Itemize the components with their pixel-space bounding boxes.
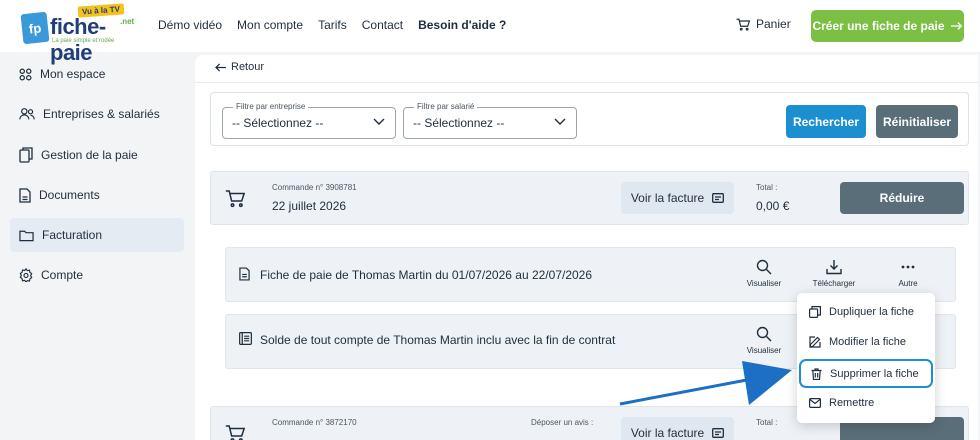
cart-link[interactable]: Panier: [736, 17, 791, 31]
sidebar-item-mon-espace[interactable]: Mon espace: [10, 57, 184, 91]
mail-icon: [809, 398, 821, 408]
order-date: 22 juillet 2026: [272, 199, 347, 213]
sidebar: Mon espace Entreprises & salariés Gestio…: [0, 52, 195, 440]
sidebar-item-label: Gestion de la paie: [41, 148, 138, 162]
nav-tarifs[interactable]: Tarifs: [318, 18, 347, 32]
sidebar-item-documents[interactable]: Documents: [10, 178, 184, 212]
order-number: Commande n° 3872170: [272, 418, 357, 427]
menu-item-edit[interactable]: Modifier la fiche: [797, 329, 935, 355]
nav-contact[interactable]: Contact: [362, 18, 403, 32]
download-icon: [826, 260, 842, 275]
sidebar-item-gestion-paie[interactable]: Gestion de la paie: [10, 138, 184, 172]
logo-tagline: La paie simple et rodée: [52, 38, 115, 44]
view-label: Visualiser: [746, 346, 782, 355]
sidebar-item-label: Documents: [39, 188, 100, 202]
download-label: Télécharger: [812, 279, 856, 288]
search-icon: [756, 326, 772, 342]
main-nav: Démo vidéo Mon compte Tarifs Contact Bes…: [158, 18, 506, 32]
cart-icon: [225, 190, 245, 208]
sidebar-item-compte[interactable]: Compte: [10, 258, 184, 292]
chevron-down-icon: [373, 118, 385, 125]
search-icon: [756, 259, 772, 275]
documents-icon: [19, 147, 33, 163]
more-actions-menu: Dupliquer la fiche Modifier la fiche Sup…: [797, 293, 935, 423]
search-button[interactable]: Rechercher: [786, 105, 866, 138]
more-label: Autre: [898, 279, 918, 288]
invoice-icon: [712, 193, 725, 203]
cart-label: Panier: [756, 17, 791, 31]
site-logo[interactable]: fp fiche-paie Vu à la TV .net La paie si…: [20, 3, 140, 65]
total-label: Total :: [756, 418, 778, 427]
review-label: Déposer un avis :: [531, 418, 594, 427]
sidebar-item-facturation[interactable]: Facturation: [10, 218, 184, 252]
file-icon: [19, 187, 31, 203]
company-filter-label: Filtre par entreprise: [233, 102, 309, 111]
menu-item-delete[interactable]: Supprimer la fiche: [799, 359, 933, 388]
more-action[interactable]: Autre: [882, 259, 934, 288]
create-payslip-button[interactable]: Créer une fiche de paie: [811, 10, 964, 42]
reduce-button[interactable]: Réduire: [840, 182, 964, 214]
nav-demo-video[interactable]: Démo vidéo: [158, 18, 222, 32]
file-icon: [239, 267, 250, 281]
company-filter-value: -- Sélectionnez --: [232, 116, 324, 130]
chevron-down-icon: [554, 118, 566, 125]
trash-icon: [811, 367, 822, 380]
view-invoice-button[interactable]: Voir la facture: [621, 182, 734, 214]
menu-item-label: Modifier la fiche: [829, 336, 907, 348]
view-action[interactable]: Visualiser: [738, 259, 790, 288]
back-link[interactable]: Retour: [215, 61, 264, 73]
divider: [195, 82, 978, 83]
view-label: Visualiser: [746, 279, 782, 288]
more-dots-icon: [901, 265, 915, 269]
employee-filter-value: -- Sélectionnez --: [413, 116, 505, 130]
download-action[interactable]: Télécharger: [808, 259, 860, 288]
invoice-icon: [712, 428, 725, 438]
back-label: Retour: [231, 61, 265, 73]
order-header: Commande n° 3908781 22 juillet 2026 Voir…: [210, 171, 969, 225]
nav-mon-compte[interactable]: Mon compte: [237, 18, 303, 32]
reset-button[interactable]: Réinitialiser: [876, 105, 958, 138]
sidebar-item-label: Compte: [41, 268, 84, 282]
filters-panel: Filtre par entreprise -- Sélectionnez --…: [210, 92, 969, 146]
order-number: Commande n° 3908781: [272, 183, 357, 192]
view-action[interactable]: Visualiser: [738, 326, 790, 355]
menu-item-label: Remettre: [829, 397, 875, 409]
nav-help[interactable]: Besoin d'aide ?: [418, 18, 506, 32]
arrow-left-icon: [215, 62, 226, 72]
total-value: 0,00 €: [756, 199, 790, 213]
logo-tld: .net: [120, 17, 135, 26]
document-title: Fiche de paie de Thomas Martin du 01/07/…: [260, 268, 593, 282]
sidebar-item-label: Entreprises & salariés: [43, 107, 160, 121]
arrow-right-icon: [950, 22, 962, 30]
menu-item-duplicate[interactable]: Dupliquer la fiche: [797, 299, 935, 325]
document-title: Solde de tout compte de Thomas Martin in…: [260, 333, 616, 347]
view-invoice-label: Voir la facture: [630, 426, 705, 440]
sidebar-item-label: Facturation: [42, 228, 103, 242]
top-header: fp fiche-paie Vu à la TV .net La paie si…: [0, 0, 980, 65]
copy-icon: [809, 306, 821, 318]
view-invoice-label: Voir la facture: [630, 191, 705, 205]
edit-icon: [809, 336, 821, 348]
employee-filter-label: Filtre par salarié: [414, 102, 478, 111]
receipt-icon: [239, 332, 252, 345]
users-icon: [19, 108, 35, 120]
cta-label: Créer une fiche de paie: [812, 19, 945, 33]
folder-icon: [19, 230, 34, 241]
menu-item-label: Dupliquer la fiche: [829, 306, 914, 318]
menu-item-label: Supprimer la fiche: [830, 367, 919, 380]
gear-icon: [19, 268, 33, 282]
total-label: Total :: [756, 183, 778, 192]
cart-icon: [736, 18, 750, 31]
employee-filter-select[interactable]: Filtre par salarié -- Sélectionnez --: [403, 102, 577, 139]
cart-icon: [225, 425, 245, 440]
sidebar-item-label: Mon espace: [40, 67, 106, 81]
logo-mark: fp: [20, 11, 50, 45]
company-filter-select[interactable]: Filtre par entreprise -- Sélectionnez --: [222, 102, 396, 139]
sidebar-item-entreprises[interactable]: Entreprises & salariés: [10, 97, 184, 131]
view-invoice-button[interactable]: Voir la facture: [621, 417, 734, 440]
menu-item-resend[interactable]: Remettre: [797, 390, 935, 416]
dashboard-icon: [19, 68, 32, 80]
